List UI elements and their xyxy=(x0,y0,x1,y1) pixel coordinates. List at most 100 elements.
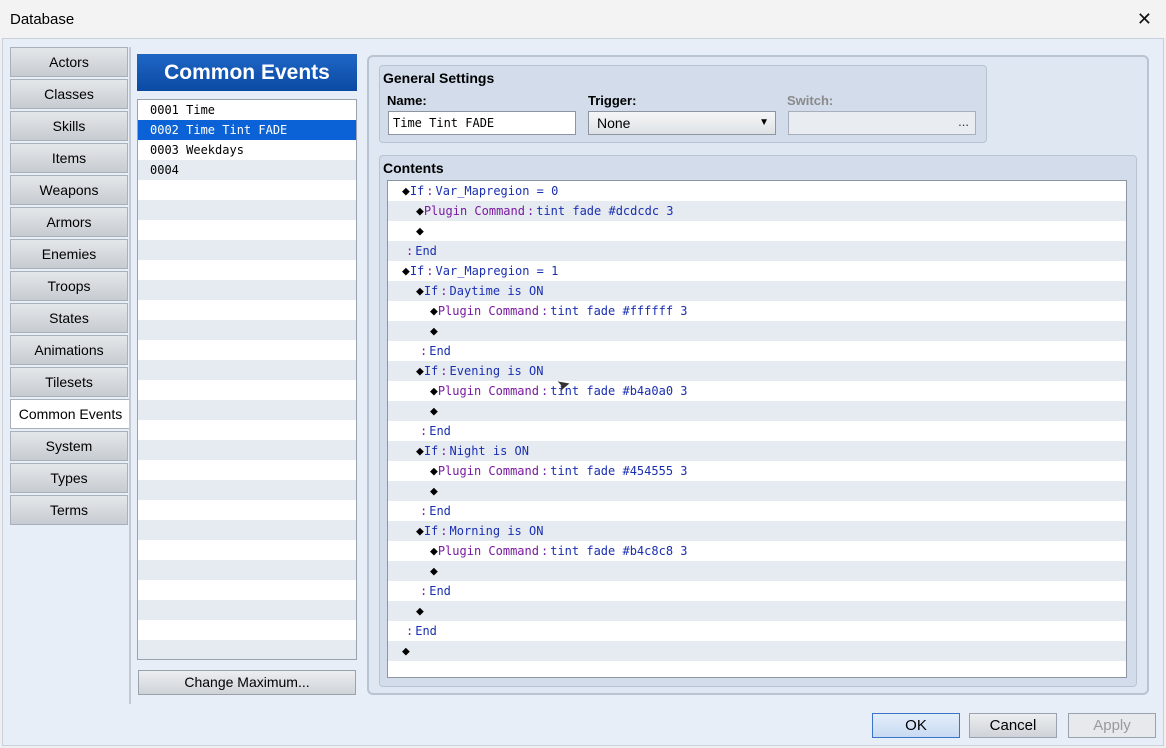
ok-button[interactable]: OK xyxy=(872,713,960,738)
list-item[interactable] xyxy=(138,460,356,480)
diamond-icon: ◆ xyxy=(416,284,424,299)
list-item[interactable] xyxy=(138,400,356,420)
command-keyword: If xyxy=(423,284,439,298)
list-item[interactable] xyxy=(138,240,356,260)
list-item[interactable]: 0003 Weekdays xyxy=(138,140,356,160)
diamond-icon: ◆ xyxy=(430,544,438,559)
list-item[interactable]: 0002 Time Tint FADE xyxy=(138,120,356,140)
table-row[interactable]: : End xyxy=(388,501,1126,521)
table-row[interactable]: : End xyxy=(388,581,1126,601)
diamond-icon: ◆ xyxy=(430,464,438,479)
command-keyword: If xyxy=(409,264,425,278)
table-row[interactable]: ◆Plugin Command: tint fade #454555 3 xyxy=(388,461,1126,481)
tab-common-events[interactable]: Common Events xyxy=(10,399,130,429)
switch-browse-button: ... xyxy=(958,114,969,129)
table-row[interactable]: ◆If: Var_Mapregion = 1 xyxy=(388,261,1126,281)
table-row[interactable]: ◆If: Morning is ON xyxy=(388,521,1126,541)
colon-separator: : xyxy=(540,464,549,478)
diamond-icon: ◆ xyxy=(430,304,438,319)
list-item[interactable] xyxy=(138,600,356,620)
colon-separator: : xyxy=(426,264,434,278)
list-item[interactable] xyxy=(138,640,356,659)
close-icon[interactable]: ✕ xyxy=(1137,9,1152,30)
tab-skills[interactable]: Skills xyxy=(10,111,128,141)
table-row[interactable]: ◆Plugin Command: tint fade #dcdcdc 3 xyxy=(388,201,1126,221)
table-row[interactable]: ◆ xyxy=(388,221,1126,241)
table-row[interactable]: : End xyxy=(388,421,1126,441)
list-item[interactable] xyxy=(138,280,356,300)
cancel-button[interactable]: Cancel xyxy=(969,713,1057,738)
list-item[interactable] xyxy=(138,480,356,500)
tab-animations[interactable]: Animations xyxy=(10,335,128,365)
tab-terms[interactable]: Terms xyxy=(10,495,128,525)
table-row[interactable]: : End xyxy=(388,621,1126,641)
list-item[interactable] xyxy=(138,300,356,320)
change-maximum-button[interactable]: Change Maximum... xyxy=(138,670,356,695)
command-argument: Var_Mapregion = 0 xyxy=(435,184,559,198)
event-contents-list[interactable]: ◆If: Var_Mapregion = 0 ◆Plugin Command: tin… xyxy=(387,180,1127,678)
tab-weapons[interactable]: Weapons xyxy=(10,175,128,205)
command-argument: tint fade #b4c8c8 3 xyxy=(550,544,688,558)
list-item[interactable] xyxy=(138,340,356,360)
trigger-select[interactable]: None ▼ xyxy=(588,111,776,135)
list-item[interactable] xyxy=(138,220,356,240)
table-row[interactable]: : End xyxy=(388,241,1126,261)
table-row[interactable]: ◆If: Daytime is ON xyxy=(388,281,1126,301)
command-keyword: Plugin Command xyxy=(437,304,539,318)
tab-tilesets[interactable]: Tilesets xyxy=(10,367,128,397)
table-row[interactable]: ◆If: Evening is ON xyxy=(388,361,1126,381)
tab-troops[interactable]: Troops xyxy=(10,271,128,301)
table-row[interactable]: ◆ xyxy=(388,481,1126,501)
table-row[interactable]: ◆Plugin Command: tint fade #b4c8c8 3 xyxy=(388,541,1126,561)
list-item[interactable] xyxy=(138,180,356,200)
command-argument: tint fade #ffffff 3 xyxy=(550,304,688,318)
diamond-icon: ◆ xyxy=(416,224,424,239)
table-row[interactable]: ◆Plugin Command: tint fade #ffffff 3 xyxy=(388,301,1126,321)
list-item[interactable] xyxy=(138,260,356,280)
diamond-icon: ◆ xyxy=(416,444,424,459)
tab-states[interactable]: States xyxy=(10,303,128,333)
table-row[interactable]: ◆If: Night is ON xyxy=(388,441,1126,461)
list-item[interactable] xyxy=(138,500,356,520)
list-item[interactable]: 0004 xyxy=(138,160,356,180)
command-argument: Night is ON xyxy=(449,444,529,458)
common-events-list[interactable]: 0001 Time 0002 Time Tint FADE 0003 Weekday… xyxy=(137,99,357,660)
tab-armors[interactable]: Armors xyxy=(10,207,128,237)
table-row[interactable]: ◆If: Var_Mapregion = 0 xyxy=(388,181,1126,201)
list-item[interactable] xyxy=(138,440,356,460)
name-field[interactable]: Time Tint FADE xyxy=(388,111,576,135)
list-item[interactable] xyxy=(138,420,356,440)
colon-separator: : xyxy=(526,204,535,218)
colon-separator: : xyxy=(406,624,414,638)
list-item[interactable] xyxy=(138,360,356,380)
list-item[interactable] xyxy=(138,380,356,400)
table-row[interactable]: ◆Plugin Command: tint fade #b4a0a0 3 xyxy=(388,381,1126,401)
list-item[interactable]: 0001 Time xyxy=(138,100,356,120)
list-item[interactable] xyxy=(138,560,356,580)
list-item[interactable] xyxy=(138,520,356,540)
command-keyword: End xyxy=(429,504,451,518)
list-item[interactable] xyxy=(138,580,356,600)
colon-separator: : xyxy=(540,544,549,558)
tab-actors[interactable]: Actors xyxy=(10,47,128,77)
tab-system[interactable]: System xyxy=(10,431,128,461)
tab-enemies[interactable]: Enemies xyxy=(10,239,128,269)
list-item[interactable] xyxy=(138,620,356,640)
common-events-header: Common Events xyxy=(137,54,357,91)
list-item[interactable] xyxy=(138,200,356,220)
colon-separator: : xyxy=(440,284,448,298)
table-row[interactable]: ◆ xyxy=(388,561,1126,581)
window-title: Database xyxy=(10,11,75,28)
table-row[interactable]: ◆ xyxy=(388,601,1126,621)
list-item[interactable] xyxy=(138,540,356,560)
command-keyword: End xyxy=(429,344,451,358)
list-item[interactable] xyxy=(138,320,356,340)
diamond-icon: ◆ xyxy=(416,524,424,539)
table-row[interactable]: ◆ xyxy=(388,321,1126,341)
table-row[interactable]: ◆ xyxy=(388,401,1126,421)
tab-classes[interactable]: Classes xyxy=(10,79,128,109)
tab-types[interactable]: Types xyxy=(10,463,128,493)
table-row[interactable]: ◆ xyxy=(388,641,1126,661)
table-row[interactable]: : End xyxy=(388,341,1126,361)
tab-items[interactable]: Items xyxy=(10,143,128,173)
